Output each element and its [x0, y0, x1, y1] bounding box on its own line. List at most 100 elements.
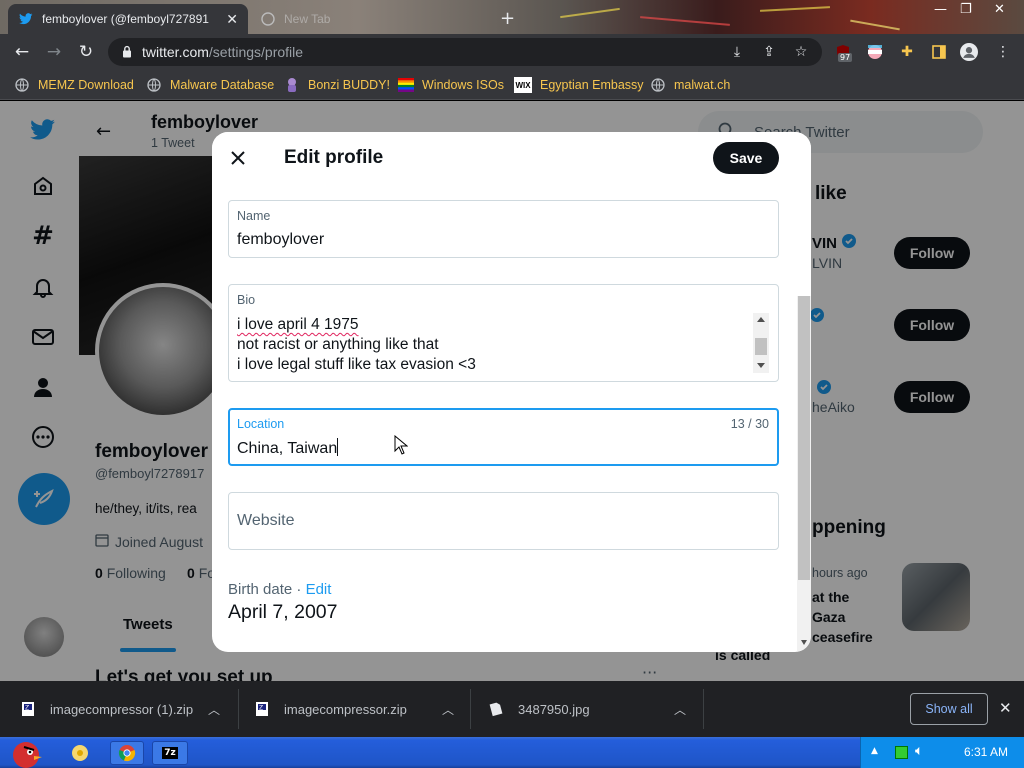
- birth-date-label: Birth date: [228, 581, 293, 598]
- new-tab-plus-icon[interactable]: +: [500, 8, 515, 29]
- ublock-extension-icon[interactable]: 97: [834, 43, 853, 62]
- browser-toolbar: ← → ↻ twitter.com/settings/profile ⤓ ⇪ ☆…: [0, 34, 1024, 70]
- bookmark-item[interactable]: WIX Egyptian Embassy: [514, 76, 644, 94]
- save-button[interactable]: Save: [713, 142, 779, 174]
- volume-speaker-icon[interactable]: 🔈︎: [915, 743, 923, 759]
- bio-scrollbar[interactable]: [753, 313, 769, 373]
- close-icon: [231, 151, 245, 165]
- network-icon[interactable]: [895, 746, 908, 759]
- bio-line-text: i love april 4 1975: [237, 316, 359, 333]
- tab-title: femboylover (@femboyl727891: [42, 12, 209, 26]
- name-field[interactable]: Name femboylover: [228, 200, 779, 258]
- scroll-down-arrow-icon[interactable]: [801, 640, 807, 645]
- 7zip-icon: 7z: [162, 747, 178, 759]
- website-placeholder[interactable]: Website: [237, 512, 295, 530]
- globe-icon: [650, 77, 666, 93]
- birth-date-value: April 7, 2007: [228, 601, 338, 623]
- download-filename: imagecompressor.zip: [284, 701, 407, 717]
- share-icon[interactable]: ⇪: [760, 43, 778, 61]
- zip-file-icon: Z: [20, 701, 36, 717]
- bookmark-item[interactable]: Windows ISOs: [398, 76, 504, 94]
- side-panel-icon[interactable]: [930, 43, 948, 61]
- close-downloads-icon[interactable]: ✕: [999, 699, 1012, 717]
- puzzle-extensions-icon[interactable]: ✚: [898, 43, 916, 61]
- wix-icon: WIX: [514, 77, 532, 93]
- svg-text:Z: Z: [25, 705, 29, 712]
- bookmark-item[interactable]: Malware Database: [146, 76, 274, 94]
- tab-twitter-profile[interactable]: femboylover (@femboyl727891 ✕: [8, 4, 248, 34]
- download-filename: 3487950.jpg: [518, 701, 590, 717]
- taskbar-7zip-button[interactable]: 7z: [152, 741, 188, 765]
- location-input-value[interactable]: China, Taiwan: [237, 438, 339, 458]
- tray-expand-arrow-icon[interactable]: ▲: [871, 746, 878, 756]
- modal-scroll-thumb[interactable]: [798, 296, 810, 580]
- url-path: /settings/profile: [208, 44, 304, 60]
- profile-avatar-icon[interactable]: [960, 43, 978, 61]
- tab-title: New Tab: [284, 12, 331, 26]
- globe-icon: [146, 77, 162, 93]
- browser-title-bar: femboylover (@femboyl727891 ✕ New Tab + …: [0, 0, 1024, 34]
- taskbar-clock[interactable]: 6:31 AM: [964, 745, 1008, 759]
- bookmark-star-icon[interactable]: ☆: [792, 43, 810, 61]
- chrome-menu-icon[interactable]: ⋮: [994, 43, 1012, 61]
- download-item[interactable]: Z imagecompressor (1).zip ︿: [20, 681, 240, 737]
- file-explorer-icon[interactable]: [70, 743, 90, 767]
- install-app-icon[interactable]: ⤓: [728, 43, 746, 61]
- location-text: China, Taiwan: [237, 440, 338, 457]
- forward-arrow-icon[interactable]: →: [44, 42, 64, 62]
- chevron-up-icon[interactable]: ︿: [208, 701, 220, 718]
- bookmarks-bar: MEMZ Download Malware Database Bonzi BUD…: [0, 70, 1024, 100]
- chrome-icon: [118, 745, 136, 762]
- bio-textarea[interactable]: i love april 4 1975 not racist or anythi…: [237, 315, 476, 375]
- bio-line: not racist or anything like that: [237, 336, 439, 353]
- start-button[interactable]: [4, 737, 50, 768]
- edit-profile-modal: Edit profile Save Name femboylover Bio i…: [212, 132, 811, 652]
- chevron-up-icon[interactable]: ︿: [442, 701, 454, 718]
- bookmark-label: Bonzi BUDDY!: [308, 78, 390, 92]
- name-input-value[interactable]: femboylover: [237, 231, 324, 249]
- angry-bird-start-icon: [13, 742, 42, 768]
- address-bar[interactable]: twitter.com/settings/profile: [108, 38, 822, 66]
- location-char-counter: 13 / 30: [730, 417, 769, 431]
- window-close-icon[interactable]: ✕: [994, 2, 1005, 17]
- name-label: Name: [237, 209, 271, 223]
- download-item[interactable]: 3487950.jpg ︿: [488, 681, 698, 737]
- minimize-icon[interactable]: —: [934, 2, 947, 17]
- bookmark-item[interactable]: malwat.ch: [650, 76, 730, 94]
- divider: [703, 689, 704, 729]
- twitter-bird-icon: [18, 11, 34, 27]
- text-caret: [337, 438, 339, 456]
- close-modal-button[interactable]: [226, 146, 250, 170]
- tab-new-tab[interactable]: New Tab: [250, 4, 490, 34]
- system-tray: ▲ 🔈︎ 6:31 AM: [860, 737, 1024, 768]
- scroll-up-arrow-icon[interactable]: [757, 317, 765, 322]
- flag-extension-icon[interactable]: [866, 43, 884, 61]
- url-host: twitter.com: [142, 44, 209, 60]
- modal-scrollbar[interactable]: [797, 296, 811, 652]
- download-item[interactable]: Z imagecompressor.zip ︿: [254, 681, 474, 737]
- tab-close-icon[interactable]: ✕: [226, 11, 238, 28]
- bookmark-label: malwat.ch: [674, 78, 731, 92]
- rainbow-flag-icon: [398, 77, 414, 93]
- reload-icon[interactable]: ↻: [76, 42, 96, 62]
- bookmark-item[interactable]: Bonzi BUDDY!: [284, 76, 390, 94]
- modal-header: Edit profile Save: [212, 132, 811, 185]
- bio-field[interactable]: Bio i love april 4 1975 not racist or an…: [228, 284, 779, 382]
- bio-label: Bio: [237, 293, 256, 307]
- show-all-downloads-button[interactable]: Show all: [910, 693, 988, 725]
- back-arrow-icon[interactable]: ←: [12, 42, 32, 62]
- restore-icon[interactable]: ❐: [960, 2, 972, 17]
- bookmark-item[interactable]: MEMZ Download: [14, 76, 134, 94]
- chrome-globe-icon: [260, 11, 276, 27]
- extension-badge: 97: [838, 53, 853, 62]
- birth-date-row: Birth date · Edit: [228, 581, 331, 598]
- bio-scroll-thumb[interactable]: [755, 338, 767, 355]
- download-filename: imagecompressor (1).zip: [50, 701, 194, 717]
- lock-icon: [122, 43, 132, 62]
- scroll-down-arrow-icon[interactable]: [757, 363, 765, 368]
- birth-date-edit-link[interactable]: Edit: [306, 581, 332, 598]
- taskbar-chrome-button[interactable]: [110, 741, 144, 765]
- location-field[interactable]: Location 13 / 30 China, Taiwan: [228, 408, 779, 466]
- chevron-up-icon[interactable]: ︿: [674, 701, 686, 718]
- website-field[interactable]: Website: [228, 492, 779, 550]
